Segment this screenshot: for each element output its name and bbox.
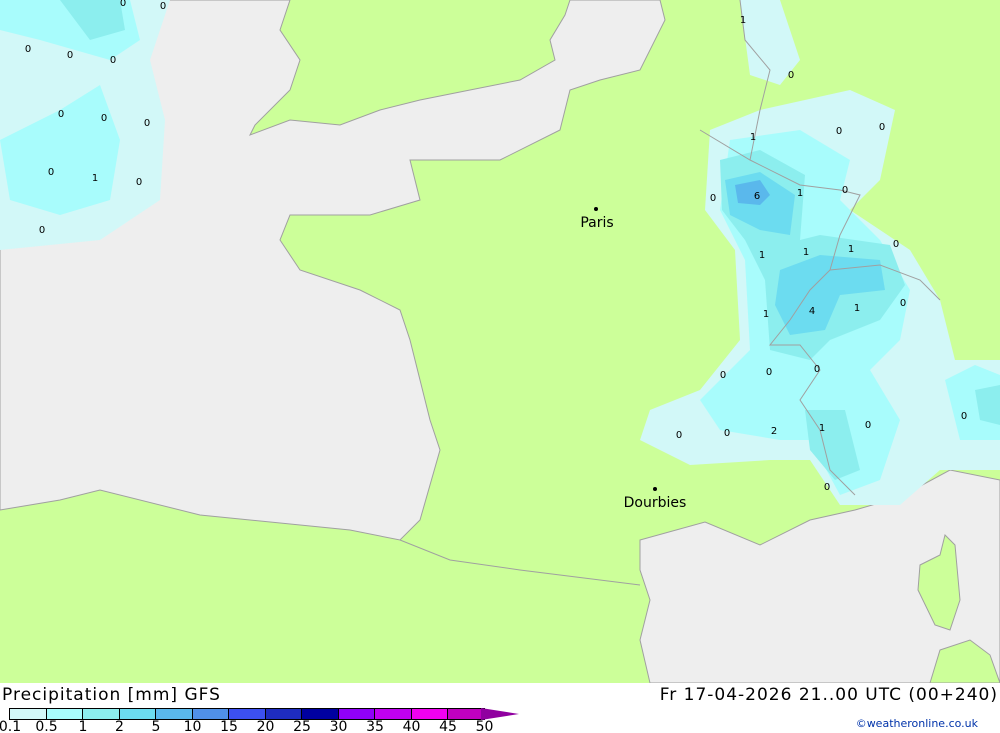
- map-label: 0: [160, 1, 166, 12]
- map-label: 6: [754, 191, 760, 202]
- map-label: 0: [58, 109, 64, 120]
- legend-swatch: [265, 709, 302, 719]
- map-label: 0: [865, 420, 871, 431]
- map-label: 4: [809, 306, 815, 317]
- map-label: 0: [101, 113, 107, 124]
- map-label: 0: [25, 44, 31, 55]
- map-label: 0: [110, 55, 116, 66]
- legend-tick-label: 1: [78, 719, 88, 733]
- map-label: 0: [710, 193, 716, 204]
- credit-link[interactable]: ©weatheronline.co.uk: [856, 717, 978, 730]
- map-label: 0: [144, 118, 150, 129]
- map-label: 0: [893, 239, 899, 250]
- city-dot-icon: [653, 487, 657, 491]
- precipitation-map-view: 0 0 0 0 0 0 0 0 0 1 0 0 1 0 1 0 0 6 1 0 …: [0, 0, 1000, 733]
- city-dot-icon: [594, 207, 598, 211]
- legend-swatch: [119, 709, 156, 719]
- map-label: 0: [676, 430, 682, 441]
- city-label: Dourbies: [624, 495, 687, 511]
- legend-tick-label: 40: [402, 719, 421, 733]
- legend-tick-label: 5: [151, 719, 161, 733]
- legend-tick-label: 15: [220, 719, 238, 733]
- map-label: 1: [92, 173, 98, 184]
- legend-swatch: [46, 709, 83, 719]
- map-label: 0: [48, 167, 54, 178]
- legend-footer: Precipitation [mm] GFS Fr 17-04-2026 21.…: [0, 683, 1000, 733]
- city-label: Paris: [580, 215, 613, 231]
- legend-swatch: [375, 709, 412, 719]
- legend-tick-label: 35: [366, 719, 384, 733]
- map: 0 0 0 0 0 0 0 0 0 1 0 0 1 0 1 0 0 6 1 0 …: [0, 0, 1000, 683]
- legend-swatch: [448, 709, 484, 719]
- legend-tick-label: 25: [293, 719, 311, 733]
- map-label: 1: [819, 423, 825, 434]
- legend-tick-label: 50: [475, 719, 494, 733]
- map-label: 1: [797, 188, 803, 199]
- map-label: 0: [842, 185, 848, 196]
- legend-swatch: [338, 709, 375, 719]
- map-label: 1: [750, 132, 756, 143]
- map-label: 1: [763, 309, 769, 320]
- map-label: 1: [848, 244, 854, 255]
- legend-swatch: [10, 709, 47, 719]
- map-label: 0: [136, 177, 142, 188]
- map-label: 0: [39, 225, 45, 236]
- map-label: 0: [961, 411, 967, 422]
- map-label: 1: [759, 250, 765, 261]
- map-label: 0: [720, 370, 726, 381]
- forecast-datetime: Fr 17-04-2026 21..00 UTC (00+240): [659, 685, 998, 705]
- map-label: 0: [824, 482, 830, 493]
- legend-swatch: [83, 709, 120, 719]
- map-label: 2: [771, 426, 777, 437]
- map-label: 1: [740, 15, 746, 26]
- legend-tick-label: 2: [115, 719, 124, 733]
- map-label: 0: [120, 0, 126, 9]
- map-label: 0: [814, 364, 820, 375]
- map-label: 0: [836, 126, 842, 137]
- map-label: 0: [879, 122, 885, 133]
- map-label: 0: [766, 367, 772, 378]
- legend-swatch: [411, 709, 448, 719]
- legend-tick-label: 0.5: [35, 719, 58, 733]
- legend-swatch: [156, 709, 193, 719]
- legend-tick-label: 20: [256, 719, 275, 733]
- legend-tick-label: 45: [439, 719, 457, 733]
- map-label: 0: [900, 298, 906, 309]
- legend-swatch: [229, 709, 266, 719]
- legend-tick-label: 10: [183, 719, 202, 733]
- map-title: Precipitation [mm] GFS: [2, 685, 221, 705]
- map-label: 1: [854, 303, 860, 314]
- legend-tick-label: 30: [329, 719, 348, 733]
- legend-swatch: [302, 709, 339, 719]
- map-label: 0: [67, 50, 73, 61]
- legend-tick-label: 0.1: [0, 719, 22, 733]
- map-label: 0: [788, 70, 794, 81]
- legend-swatch: [192, 709, 229, 719]
- map-label: 1: [803, 247, 809, 258]
- map-label: 0: [724, 428, 730, 439]
